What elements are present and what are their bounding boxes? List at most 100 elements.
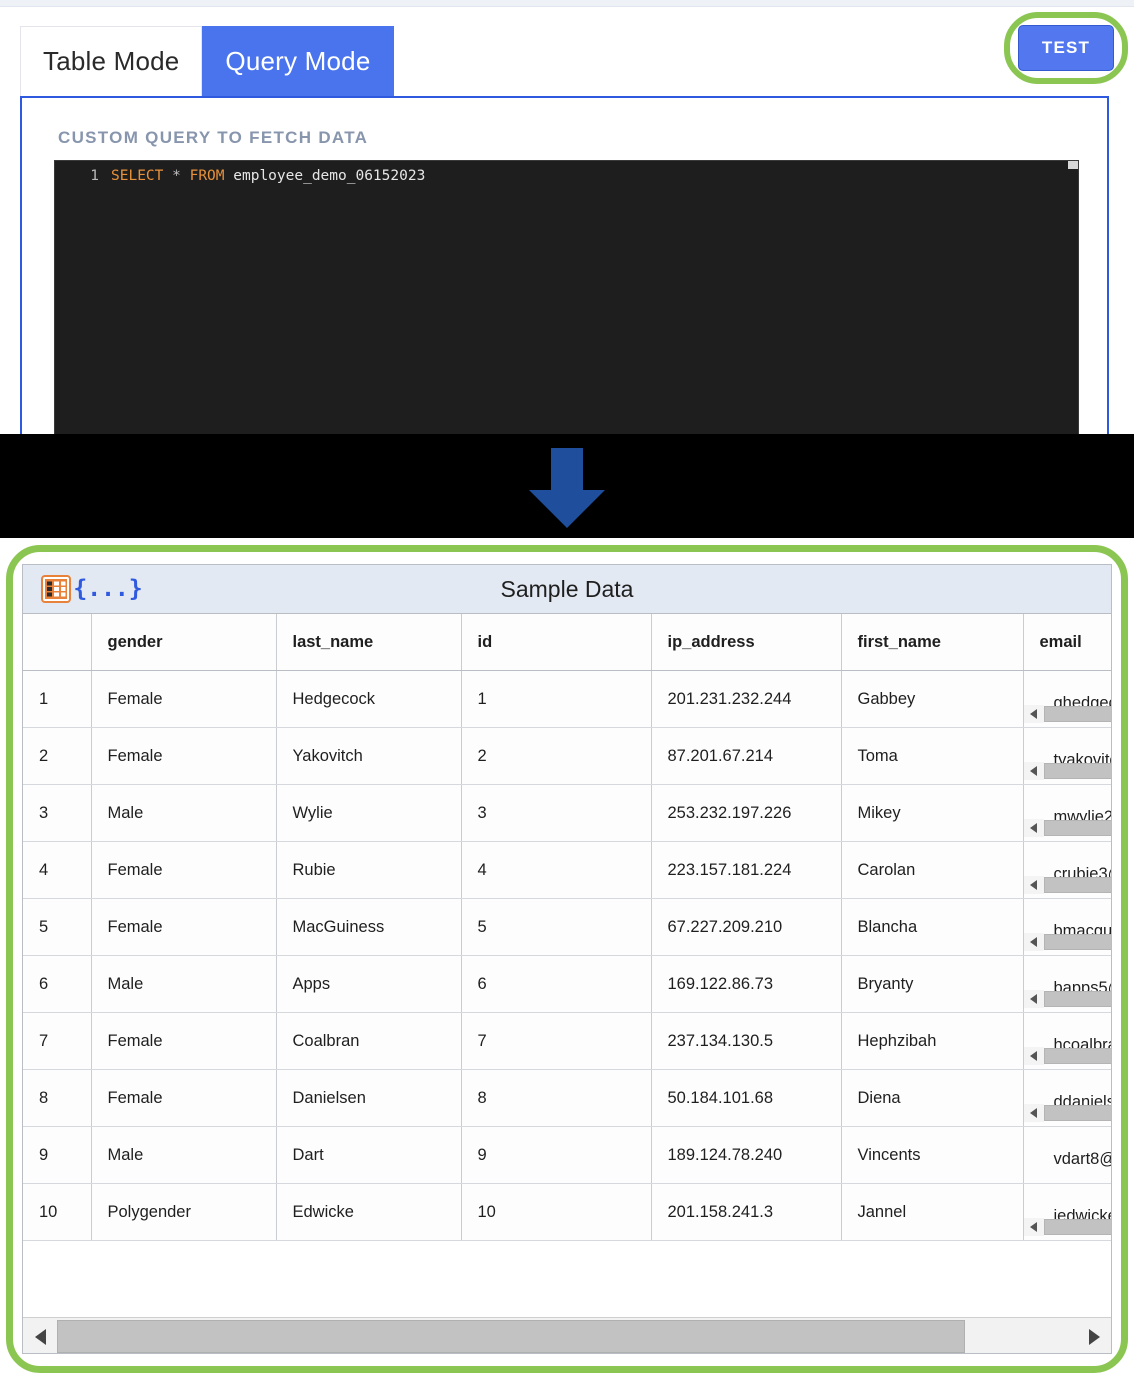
cell-n[interactable]: 2 xyxy=(23,727,92,785)
cell-email[interactable]: mwylie2( xyxy=(1023,784,1111,842)
scrollbar-thumb[interactable] xyxy=(57,1319,965,1353)
cell-email[interactable]: crubie3@ xyxy=(1023,841,1111,899)
cell-ip-address[interactable]: 50.184.101.68 xyxy=(651,1069,842,1127)
cell-id[interactable]: 4 xyxy=(461,841,652,899)
cell-last-name[interactable]: Coalbran xyxy=(276,1012,462,1070)
cell-first-name[interactable]: Carolan xyxy=(841,841,1024,899)
cell-ip-address[interactable]: 237.134.130.5 xyxy=(651,1012,842,1070)
cell-id[interactable]: 5 xyxy=(461,898,652,956)
cell-scrollbar-thumb[interactable] xyxy=(1043,934,1111,950)
cell-id[interactable]: 10 xyxy=(461,1183,652,1241)
cell-horizontal-scrollbar[interactable] xyxy=(1023,1218,1111,1236)
cell-gender[interactable]: Female xyxy=(91,898,277,956)
cell-first-name[interactable]: Bryanty xyxy=(841,955,1024,1013)
table-row[interactable]: 6MaleApps6169.122.86.73Bryantybapps5@ xyxy=(23,955,1111,1013)
table-row[interactable]: 5 Female MacGuiness 5 67.227.209.210 Blancha b… xyxy=(23,898,1111,956)
table-row[interactable]: 2 Female Yakovitch 2 87.201.67.214 Toma tyakov… xyxy=(23,727,1111,785)
table-row[interactable]: 7 Female Coalbran 7 237.134.130.5 Hephzibah hc… xyxy=(23,1012,1111,1070)
column-header-ip-address[interactable]: ip_address xyxy=(651,614,842,671)
table-row[interactable]: 8 Female Danielsen 8 50.184.101.68 Diena ddani… xyxy=(23,1069,1111,1127)
cell-gender[interactable]: Male xyxy=(91,1126,277,1184)
cell-ip-address[interactable]: 67.227.209.210 xyxy=(651,898,842,956)
cell-email[interactable]: ghedgec xyxy=(1023,670,1111,728)
cell-id[interactable]: 6 xyxy=(461,955,652,1013)
cell-horizontal-scrollbar[interactable] xyxy=(1023,705,1111,723)
cell-id[interactable]: 3 xyxy=(461,784,652,842)
cell-n[interactable]: 5 xyxy=(23,898,92,956)
cell-gender[interactable]: Polygender xyxy=(91,1183,277,1241)
cell-scrollbar-thumb[interactable] xyxy=(1043,706,1111,722)
cell-n[interactable]: 1 xyxy=(23,670,92,728)
cell-last-name[interactable]: Danielsen xyxy=(276,1069,462,1127)
grid-view-icon[interactable] xyxy=(41,574,71,604)
cell-scroll-left-button[interactable] xyxy=(1023,876,1044,894)
table-row[interactable]: 3MaleWylie3253.232.197.226Mikeymwylie2( xyxy=(23,784,1111,842)
cell-ip-address[interactable]: 253.232.197.226 xyxy=(651,784,842,842)
cell-last-name[interactable]: MacGuiness xyxy=(276,898,462,956)
cell-email[interactable]: bapps5@ xyxy=(1023,955,1111,1013)
cell-scroll-left-button[interactable] xyxy=(1023,705,1044,723)
cell-scrollbar-thumb[interactable] xyxy=(1043,1048,1111,1064)
cell-first-name[interactable]: Blancha xyxy=(841,898,1024,956)
cell-scrollbar-thumb[interactable] xyxy=(1043,877,1111,893)
cell-ip-address[interactable]: 87.201.67.214 xyxy=(651,727,842,785)
cell-horizontal-scrollbar[interactable] xyxy=(1023,990,1111,1008)
cell-scroll-left-button[interactable] xyxy=(1023,1104,1044,1122)
scroll-right-button[interactable] xyxy=(1077,1319,1111,1354)
cell-email[interactable]: ddanielse xyxy=(1023,1069,1111,1127)
cell-first-name[interactable]: Jannel xyxy=(841,1183,1024,1241)
cell-scrollbar-thumb[interactable] xyxy=(1043,991,1111,1007)
cell-scroll-left-button[interactable] xyxy=(1023,1047,1044,1065)
tab-table-mode[interactable]: Table Mode xyxy=(20,26,203,96)
cell-scroll-left-button[interactable] xyxy=(1023,1218,1044,1236)
cell-gender[interactable]: Female xyxy=(91,841,277,899)
column-header-last-name[interactable]: last_name xyxy=(276,614,462,671)
cell-n[interactable]: 7 xyxy=(23,1012,92,1070)
cell-last-name[interactable]: Apps xyxy=(276,955,462,1013)
cell-ip-address[interactable]: 189.124.78.240 xyxy=(651,1126,842,1184)
sql-code-editor[interactable]: 1 SELECT * FROM employee_demo_06152023 xyxy=(54,160,1079,434)
cell-horizontal-scrollbar[interactable] xyxy=(1023,1047,1111,1065)
cell-email[interactable]: tyakovitc xyxy=(1023,727,1111,785)
cell-first-name[interactable]: Hephzibah xyxy=(841,1012,1024,1070)
cell-scrollbar-thumb[interactable] xyxy=(1043,1219,1111,1235)
cell-id[interactable]: 1 xyxy=(461,670,652,728)
cell-first-name[interactable]: Mikey xyxy=(841,784,1024,842)
column-header-id[interactable]: id xyxy=(461,614,652,671)
column-header-gender[interactable]: gender xyxy=(91,614,277,671)
cell-first-name[interactable]: Vincents xyxy=(841,1126,1024,1184)
cell-horizontal-scrollbar[interactable] xyxy=(1023,762,1111,780)
cell-n[interactable]: 3 xyxy=(23,784,92,842)
cell-n[interactable]: 6 xyxy=(23,955,92,1013)
column-header-rownum[interactable] xyxy=(23,614,92,671)
cell-horizontal-scrollbar[interactable] xyxy=(1023,1104,1111,1122)
cell-n[interactable]: 8 xyxy=(23,1069,92,1127)
json-view-icon[interactable]: {...} xyxy=(73,574,142,604)
cell-n[interactable]: 10 xyxy=(23,1183,92,1241)
cell-email[interactable]: vdart8@e xyxy=(1023,1126,1111,1184)
cell-ip-address[interactable]: 223.157.181.224 xyxy=(651,841,842,899)
cell-n[interactable]: 9 xyxy=(23,1126,92,1184)
column-header-first-name[interactable]: first_name xyxy=(841,614,1024,671)
tab-query-mode[interactable]: Query Mode xyxy=(202,26,394,96)
cell-horizontal-scrollbar[interactable] xyxy=(1023,819,1111,837)
cell-first-name[interactable]: Diena xyxy=(841,1069,1024,1127)
cell-scroll-left-button[interactable] xyxy=(1023,933,1044,951)
cell-id[interactable]: 7 xyxy=(461,1012,652,1070)
cell-id[interactable]: 9 xyxy=(461,1126,652,1184)
cell-id[interactable]: 2 xyxy=(461,727,652,785)
cell-ip-address[interactable]: 201.231.232.244 xyxy=(651,670,842,728)
cell-last-name[interactable]: Wylie xyxy=(276,784,462,842)
cell-scroll-left-button[interactable] xyxy=(1023,762,1044,780)
cell-gender[interactable]: Male xyxy=(91,784,277,842)
scrollbar-track[interactable] xyxy=(57,1318,1077,1353)
cell-horizontal-scrollbar[interactable] xyxy=(1023,876,1111,894)
cell-id[interactable]: 8 xyxy=(461,1069,652,1127)
cell-gender[interactable]: Male xyxy=(91,955,277,1013)
cell-email[interactable]: hcoalbra xyxy=(1023,1012,1111,1070)
table-row[interactable]: 9MaleDart9189.124.78.240Vincentsvdart8@e xyxy=(23,1126,1111,1184)
cell-scrollbar-thumb[interactable] xyxy=(1043,820,1111,836)
table-row[interactable]: 10 Polygender Edwicke 10 201.158.241.3 Jannel… xyxy=(23,1183,1111,1241)
cell-gender[interactable]: Female xyxy=(91,670,277,728)
cell-email[interactable]: bmacgui xyxy=(1023,898,1111,956)
